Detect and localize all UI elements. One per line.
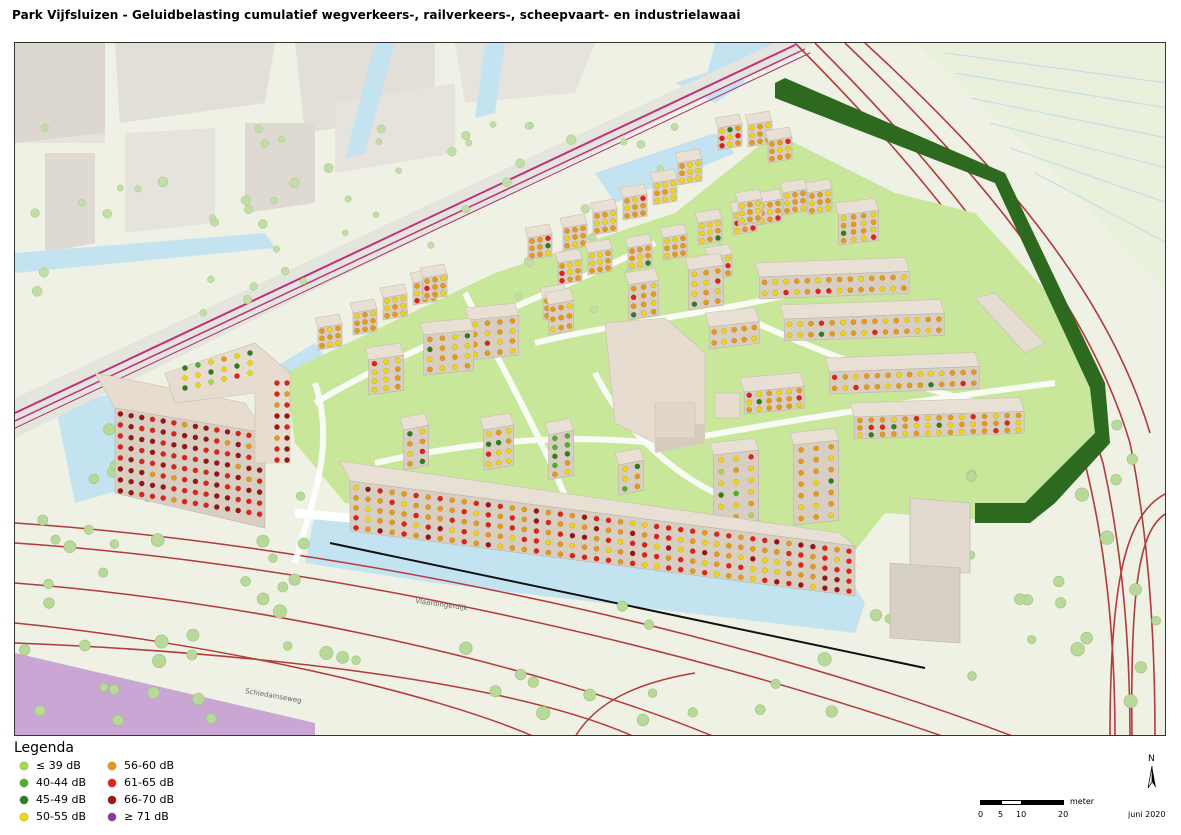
building [674,148,703,186]
legend-label: 40-44 dB [36,776,86,789]
scale-tick: 0 [978,810,984,819]
north-arrow-label: N [1148,754,1155,764]
building [684,252,724,311]
legend-label: 45-49 dB [36,793,86,806]
scale-tick: 20 [1058,810,1069,819]
building [554,248,583,286]
building [709,437,759,526]
building [624,267,659,321]
building [734,188,763,226]
building [789,427,839,526]
building [779,299,945,342]
building [544,287,574,336]
map-view[interactable]: Vlaardingerdijk Schiedamseweg [14,42,1166,736]
building [399,412,429,471]
building [419,317,474,376]
legend-swatch [108,761,116,770]
scale-tick: 10 [1016,810,1027,819]
legend-swatch [108,795,116,804]
building [824,352,980,395]
legend-item: ≥ 71 dB [108,810,169,823]
legend-swatch [20,795,28,804]
legend-item: ≤ 39 dB [20,759,81,772]
legend-label: ≤ 39 dB [36,759,81,772]
legend-item: 61-65 dB [108,776,174,789]
building [834,197,879,246]
map-date: juni 2020 [1128,810,1166,819]
building [849,397,1025,440]
map-title: Park Vijfsluizen - Geluidbelasting cumul… [12,8,741,22]
building [754,257,910,300]
building [659,223,688,261]
legend-swatch [20,812,28,821]
legend-title: Legenda [14,740,75,756]
legend-swatch [20,761,28,770]
building [694,208,723,246]
scale-tick: 5 [998,810,1004,819]
building [349,298,378,336]
building [589,198,618,236]
building [619,183,648,221]
legend: Legenda ≤ 39 dB 40-44 dB 45-49 dB 50-55 dB 5… [14,740,254,830]
legend-item: 45-49 dB [20,793,86,806]
legend-item: 66-70 dB [108,793,174,806]
legend-item: 56-60 dB [108,759,174,772]
building [524,223,553,261]
legend-label: 50-55 dB [36,810,86,823]
building [479,412,514,471]
scale-unit: meter [1070,797,1095,806]
legend-label: 56-60 dB [124,759,174,772]
building [314,313,343,351]
building [804,178,833,216]
legend-item: 40-44 dB [20,776,86,789]
legend-label: 66-70 dB [124,793,174,806]
building [704,307,760,350]
building [584,238,613,276]
legend-label: ≥ 71 dB [124,810,169,823]
building [379,283,408,321]
building [764,126,793,164]
scale-bar: 0 5 10 20 meter [978,797,1100,830]
building [419,263,448,301]
building [779,178,808,216]
building [714,113,743,151]
building [649,168,678,206]
legend-item: 50-55 dB [20,810,86,823]
legend-swatch [108,778,116,787]
legend-swatch [108,812,116,821]
building [364,342,404,396]
map-canvas[interactable]: Vlaardingerdijk Schiedamseweg [15,43,1166,736]
building [544,417,574,481]
building [559,213,588,251]
legend-label: 61-65 dB [124,776,174,789]
building [624,233,653,271]
building [614,447,644,496]
building [739,372,805,415]
legend-swatch [20,778,28,787]
